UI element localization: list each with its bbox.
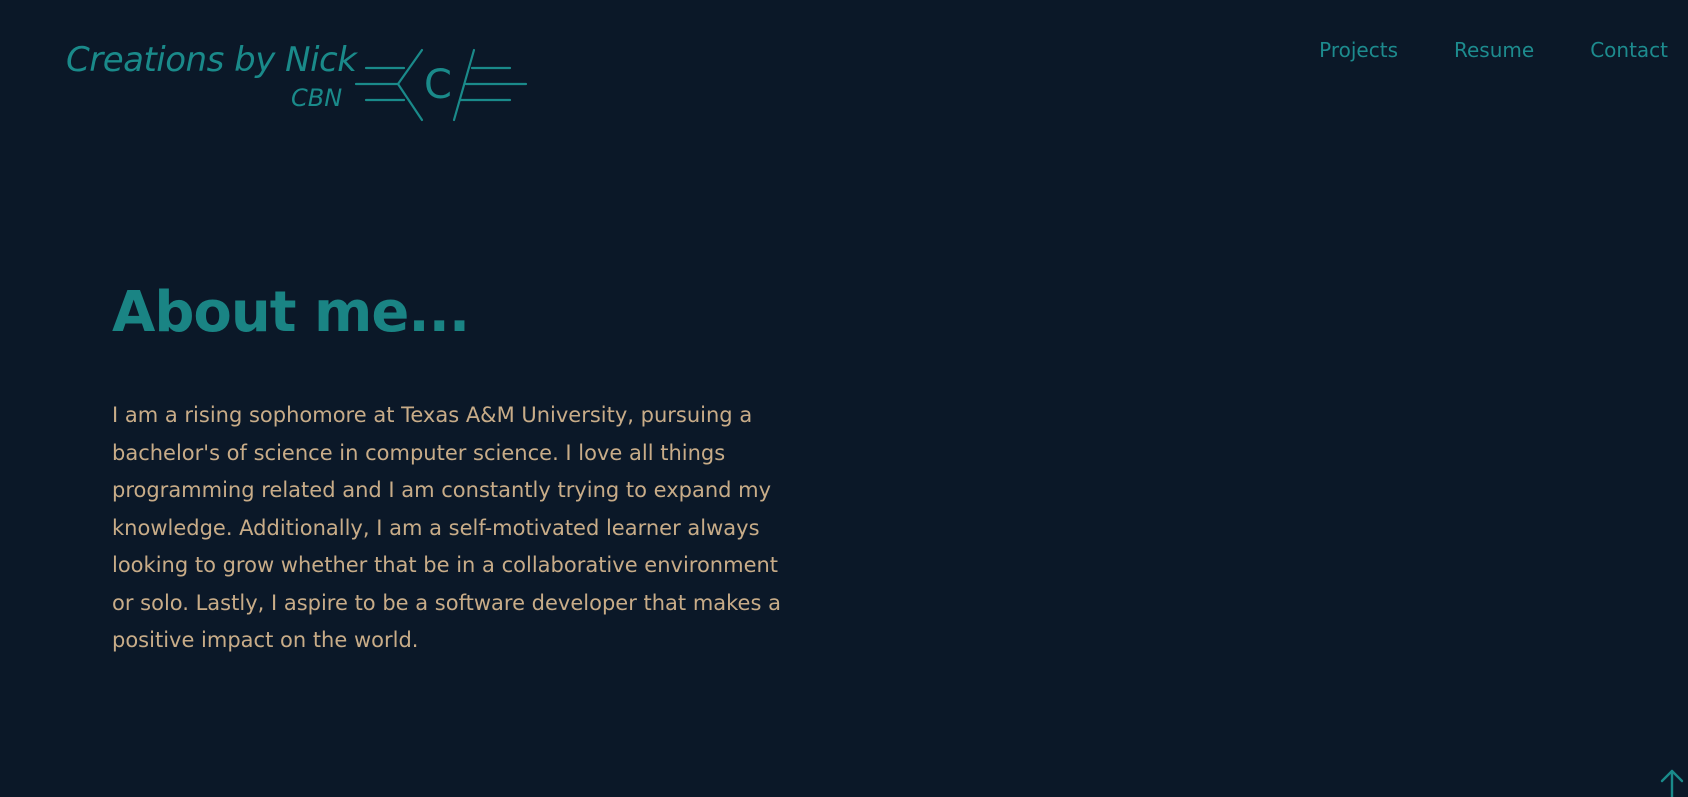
arrow-up-icon: [1660, 769, 1684, 797]
about-heading: About me...: [112, 280, 470, 345]
back-to-top-button[interactable]: [1656, 767, 1688, 797]
logo-title: Creations by Nick: [66, 40, 357, 80]
logo-subtitle: CBN: [291, 84, 343, 112]
logo-mark-icon: C: [354, 48, 528, 122]
about-section: About me... I am a rising sophomore at T…: [112, 280, 792, 660]
logo-mark-letter: C: [424, 62, 452, 108]
nav-projects[interactable]: Projects: [1319, 38, 1398, 62]
nav-resume[interactable]: Resume: [1454, 38, 1534, 62]
page: Creations by Nick CBN C Projects Resume …: [0, 0, 1688, 797]
about-body: I am a rising sophomore at Texas A&M Uni…: [112, 403, 781, 652]
main-nav: Projects Resume Contact: [1319, 38, 1668, 62]
site-logo[interactable]: Creations by Nick CBN C: [62, 40, 542, 130]
nav-contact[interactable]: Contact: [1590, 38, 1668, 62]
